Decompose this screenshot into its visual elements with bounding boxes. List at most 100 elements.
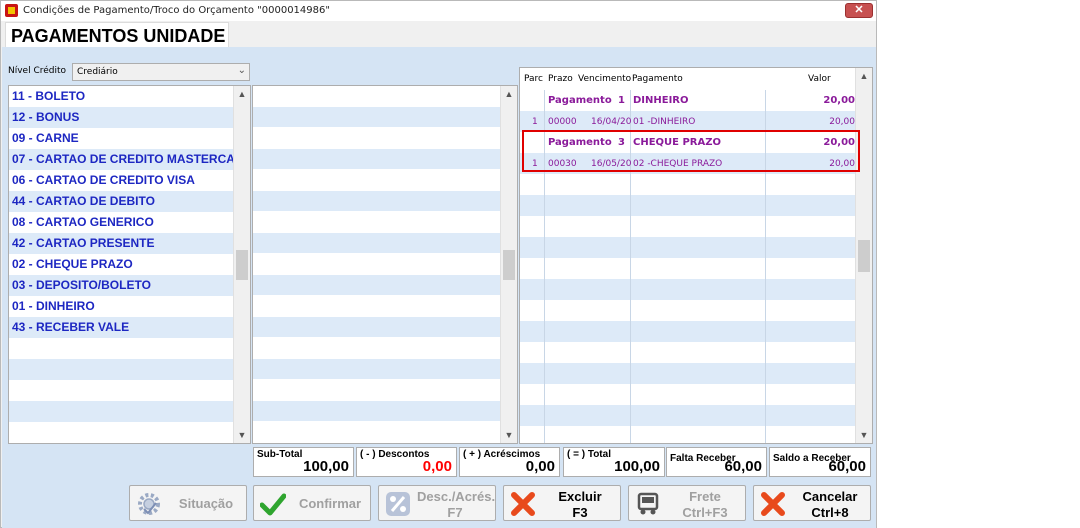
empty-list-row: [253, 317, 502, 338]
empty-list-row: [9, 401, 235, 422]
col-prazo: Prazo: [548, 74, 573, 84]
empty-list-row: [253, 422, 502, 443]
payment-group-row[interactable]: Pagamento 1 DINHEIRO 20,00: [520, 90, 857, 111]
payment-methods-list[interactable]: 11 - BOLETO 12 - BONUS 09 - CARNE 07 - CART…: [8, 85, 251, 444]
col-parc: Parc: [524, 74, 543, 84]
situacao-button[interactable]: Situação: [129, 485, 247, 521]
payment-method-item[interactable]: 44 - CARTAO DE DEBITO: [9, 191, 235, 212]
payments-table-header: Parc Prazo Vencimento Pagamento Valor: [520, 68, 872, 90]
payments-scrollbar[interactable]: ▲ ▼: [855, 68, 872, 443]
total-label: ( = ) Total: [567, 449, 611, 460]
grid-row: [520, 300, 857, 321]
payments-table[interactable]: Parc Prazo Vencimento Pagamento Valor Pa…: [519, 67, 873, 444]
cancelar-shortcut: Ctrl+8: [811, 505, 849, 520]
grid-row: [520, 258, 857, 279]
payment-method-item[interactable]: 07 - CARTAO DE CREDITO MASTERCARD: [9, 149, 235, 170]
selected-method-list[interactable]: ▲ ▼: [252, 85, 518, 444]
group-label: Pagamento: [548, 95, 612, 106]
falta-receber-box: Falta Receber 60,00: [666, 447, 767, 477]
payment-method-item[interactable]: 01 - DINHEIRO: [9, 296, 235, 317]
payment-method-item[interactable]: 02 - CHEQUE PRAZO: [9, 254, 235, 275]
desc-acres-shortcut: F7: [447, 505, 463, 520]
empty-list-row: [9, 359, 235, 380]
x-icon: [761, 492, 785, 516]
frete-button[interactable]: Frete Ctrl+F3: [628, 485, 746, 521]
scroll-down-icon[interactable]: ▼: [234, 427, 250, 443]
middle-scrollbar[interactable]: ▲ ▼: [500, 86, 517, 443]
subtotal-value: 100,00: [303, 458, 349, 475]
empty-list-row: [253, 107, 502, 128]
situacao-label: Situação: [178, 496, 234, 511]
grid-row: [520, 237, 857, 258]
empty-list-row: [253, 149, 502, 170]
payment-method-item[interactable]: 12 - BONUS: [9, 107, 235, 128]
grid-row: [520, 405, 857, 426]
credit-level-value: Crediário: [77, 67, 118, 77]
credit-level-select[interactable]: Crediário ⌄: [72, 63, 250, 81]
desc-acres-button[interactable]: Desc./Acrés. F7: [378, 485, 496, 521]
scroll-up-icon[interactable]: ▲: [856, 68, 872, 84]
empty-list-row: [253, 233, 502, 254]
payment-detail-row[interactable]: 1 00000 16/04/20 01 -DINHEIRO 20,00: [520, 111, 857, 132]
col-vencimento: Vencimento: [578, 74, 632, 84]
scroll-up-icon[interactable]: ▲: [501, 86, 517, 102]
grid-row: [520, 426, 857, 443]
detail-parc: 1: [532, 117, 538, 127]
page-header: PAGAMENTOS UNIDADE 1: [5, 22, 229, 67]
scroll-down-icon[interactable]: ▼: [856, 427, 872, 443]
desc-acres-label: Desc./Acrés.: [417, 489, 496, 504]
methods-scrollbar[interactable]: ▲ ▼: [233, 86, 250, 443]
empty-list-row: [253, 86, 502, 107]
falta-receber-value: 60,00: [724, 458, 762, 475]
scroll-thumb[interactable]: [236, 250, 248, 280]
close-button[interactable]: ✕: [845, 3, 873, 18]
payment-method-item[interactable]: 06 - CARTAO DE CREDITO VISA: [9, 170, 235, 191]
grid-row: [520, 195, 857, 216]
payment-method-item[interactable]: 08 - CARTAO GENERICO: [9, 212, 235, 233]
confirmar-button[interactable]: Confirmar: [253, 485, 371, 521]
saldo-receber-value: 60,00: [828, 458, 866, 475]
empty-list-row: [253, 170, 502, 191]
payment-method-item[interactable]: 09 - CARNE: [9, 128, 235, 149]
scroll-up-icon[interactable]: ▲: [234, 86, 250, 102]
col-pagamento: Pagamento: [632, 74, 683, 84]
empty-list-row: [253, 380, 502, 401]
scroll-thumb[interactable]: [858, 240, 870, 272]
excluir-shortcut: F3: [572, 505, 588, 520]
grid-row: [520, 363, 857, 384]
payment-method-item[interactable]: 42 - CARTAO PRESENTE: [9, 233, 235, 254]
subtotal-label: Sub-Total: [257, 449, 303, 460]
empty-list-row: [253, 275, 502, 296]
app-icon: [5, 4, 18, 17]
descontos-box: ( - ) Descontos 0,00: [356, 447, 457, 477]
percent-icon: [386, 492, 410, 516]
saldo-receber-box: Saldo a Receber 60,00: [769, 447, 871, 477]
cancelar-label: Cancelar: [802, 489, 858, 504]
grid-row: [520, 321, 857, 342]
excluir-button[interactable]: Excluir F3: [503, 485, 621, 521]
empty-list-row: [253, 401, 502, 422]
acrescimos-value: 0,00: [525, 458, 555, 475]
empty-list-row: [253, 359, 502, 380]
empty-list-row: [253, 254, 502, 275]
empty-list-row: [253, 191, 502, 212]
grid-row: [520, 174, 857, 195]
total-box: ( = ) Total 100,00: [563, 447, 665, 477]
chevron-down-icon: ⌄: [237, 65, 246, 76]
cancelar-button[interactable]: Cancelar Ctrl+8: [753, 485, 871, 521]
col-valor: Valor: [808, 74, 831, 84]
empty-list-row: [253, 128, 502, 149]
detail-pagamento: 01 -DINHEIRO: [633, 117, 696, 127]
credit-level-label: Nível Crédito: [8, 66, 67, 76]
payment-method-item[interactable]: 03 - DEPOSITO/BOLETO: [9, 275, 235, 296]
scroll-thumb[interactable]: [503, 250, 515, 280]
main-panel: Nível Crédito Crediário ⌄ 11 - BOLETO 12 …: [2, 47, 876, 528]
grid-row: [520, 342, 857, 363]
payment-method-item[interactable]: 43 - RECEBER VALE: [9, 317, 235, 338]
scroll-down-icon[interactable]: ▼: [501, 427, 517, 443]
empty-list-row: [253, 296, 502, 317]
payment-method-item[interactable]: 11 - BOLETO: [9, 86, 235, 107]
descontos-label: ( - ) Descontos: [360, 449, 430, 460]
truck-icon: [637, 492, 659, 515]
excluir-label: Excluir: [558, 489, 602, 504]
